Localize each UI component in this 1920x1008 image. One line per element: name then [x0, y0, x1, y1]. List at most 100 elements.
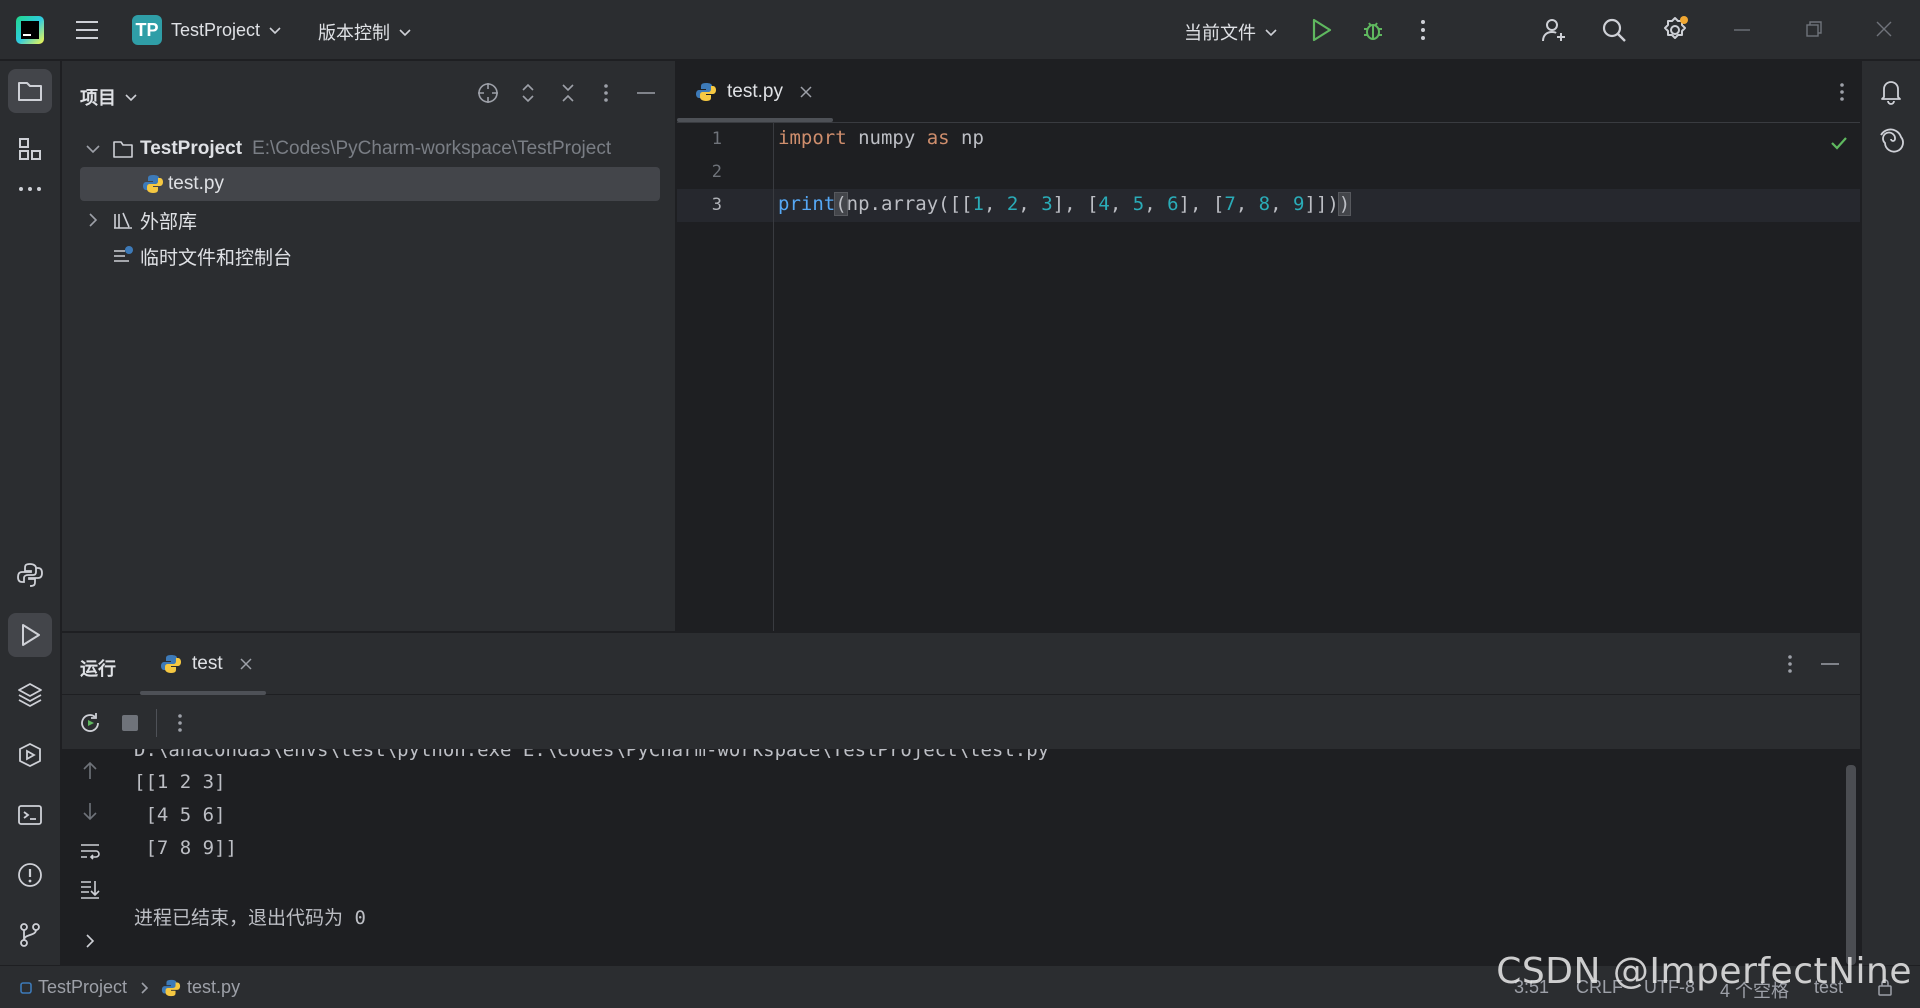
project-tool-button[interactable] — [8, 69, 52, 113]
project-panel-title[interactable]: 项目 — [80, 84, 138, 110]
debug-button[interactable] — [1360, 17, 1386, 43]
run-tool-button[interactable] — [8, 613, 52, 657]
close-tab-icon[interactable] — [239, 657, 253, 671]
terminal-icon — [18, 805, 42, 825]
expand-all-icon[interactable] — [516, 81, 540, 105]
code-text: , — [1144, 193, 1168, 215]
tree-item-label: TestProject — [140, 138, 243, 159]
library-icon — [114, 212, 132, 229]
structure-tool-button[interactable] — [8, 127, 52, 171]
more-tools-button[interactable] — [8, 167, 52, 211]
number-literal: 2 — [1006, 193, 1019, 215]
warning-circle-icon — [18, 863, 42, 887]
tree-item-label: test.py — [168, 173, 224, 194]
tree-item-scratches[interactable]: 临时文件和控制台 — [80, 239, 660, 273]
git-branch-icon — [20, 923, 40, 947]
keyword-as: as — [926, 127, 950, 149]
close-window-icon[interactable] — [1876, 21, 1892, 37]
restore-window-icon[interactable] — [1806, 21, 1822, 37]
number-literal: 4 — [1098, 193, 1110, 215]
python-console-button[interactable] — [8, 553, 52, 597]
console-line: [[1 2 3] — [134, 771, 226, 793]
folder-icon — [18, 82, 42, 101]
main-menu-icon[interactable] — [74, 17, 100, 43]
number-literal: 9 — [1293, 193, 1305, 215]
arrow-up-icon[interactable] — [78, 759, 102, 783]
vcs-menu[interactable]: 版本控制 — [318, 19, 412, 45]
breadcrumb-file[interactable]: test.py — [187, 977, 240, 998]
locate-icon[interactable] — [476, 81, 500, 105]
tree-item-external-libraries[interactable]: 外部库 — [80, 203, 660, 237]
tree-item-path: E:\Codes\PyCharm-workspace\TestProject — [252, 138, 612, 159]
run-panel-header: 运行 test — [62, 633, 1860, 695]
arrow-down-icon[interactable] — [78, 799, 102, 823]
more-vertical-icon[interactable] — [1830, 80, 1854, 104]
collapse-all-icon[interactable] — [556, 81, 580, 105]
git-button[interactable] — [8, 913, 52, 957]
number-literal: 8 — [1258, 193, 1271, 215]
bell-icon — [1881, 81, 1901, 105]
chevron-down-icon — [125, 94, 137, 102]
rerun-icon[interactable] — [78, 711, 102, 735]
notifications-button[interactable] — [1869, 69, 1913, 113]
run-config-selector[interactable]: 当前文件 — [1184, 19, 1278, 45]
project-panel: 项目 TestProject E:\Codes\PyCharm-workspac… — [62, 61, 676, 631]
soft-wrap-icon[interactable] — [78, 839, 102, 863]
run-button[interactable] — [1308, 17, 1334, 43]
run-tab-test[interactable]: test — [160, 633, 253, 695]
services-button[interactable] — [8, 733, 52, 777]
no-problems-check-icon[interactable] — [1829, 133, 1849, 153]
project-switcher[interactable]: TP TestProject — [132, 15, 282, 45]
play-icon — [1312, 18, 1332, 42]
hide-panel-icon[interactable] — [634, 81, 658, 105]
ai-assistant-button[interactable] — [1869, 117, 1913, 161]
more-vertical-icon[interactable] — [1778, 652, 1802, 676]
tree-item-test-py[interactable]: test.py — [80, 167, 660, 201]
code-text: , — [1235, 193, 1259, 215]
python-icon — [17, 563, 43, 587]
problems-button[interactable] — [8, 853, 52, 897]
breadcrumb: TestProject test.py — [20, 977, 240, 998]
add-user-icon[interactable] — [1540, 16, 1568, 44]
settings-gear-icon[interactable] — [1660, 15, 1690, 45]
run-panel: 运行 test D:\anaconda3\envs\test\python.ex… — [62, 632, 1860, 966]
chevron-down-icon — [86, 145, 100, 154]
python-packages-button[interactable] — [8, 673, 52, 717]
code-line-3[interactable]: print(np.array([[1, 2, 3], [4, 5, 6], [7… — [778, 192, 1352, 216]
pycharm-logo-icon[interactable] — [14, 14, 46, 46]
more-vertical-icon[interactable] — [594, 81, 618, 105]
run-tab-label: test — [192, 653, 223, 674]
vcs-menu-label: 版本控制 — [318, 23, 390, 43]
terminal-button[interactable] — [8, 793, 52, 837]
python-file-icon — [143, 175, 163, 193]
watermark: CSDN @ImperfectNine — [1496, 951, 1912, 992]
code-text: , — [1270, 193, 1293, 215]
line-number: 3 — [711, 195, 722, 215]
scroll-to-end-icon[interactable] — [78, 877, 102, 901]
number-literal: 1 — [972, 193, 984, 215]
more-actions-icon[interactable] — [1410, 17, 1436, 43]
console-scrollbar[interactable] — [1846, 765, 1856, 965]
chevron-right-icon[interactable] — [78, 929, 102, 953]
console-output[interactable]: D:\anaconda3\envs\test\python.exe E:\Cod… — [118, 749, 1860, 966]
code-text: np.array([[ — [846, 193, 973, 215]
more-vertical-icon[interactable] — [168, 711, 192, 735]
stop-icon[interactable] — [120, 713, 140, 733]
run-toolbar — [62, 695, 1860, 749]
active-tab-indicator — [677, 118, 833, 122]
chevron-right-icon — [141, 981, 149, 994]
breadcrumb-project[interactable]: TestProject — [38, 977, 127, 998]
console-line: [7 8 9]] — [134, 837, 237, 859]
search-icon[interactable] — [1600, 16, 1628, 44]
module-icon — [20, 981, 32, 994]
close-tab-icon[interactable] — [799, 85, 813, 99]
minimize-window-icon[interactable] — [1734, 29, 1750, 31]
code-text: , — [1018, 193, 1042, 215]
code-line-1[interactable]: import numpy as np — [778, 127, 984, 149]
tree-item-root[interactable]: TestProject E:\Codes\PyCharm-workspace\T… — [80, 132, 660, 166]
hide-panel-icon[interactable] — [1818, 652, 1842, 676]
play-icon — [22, 624, 40, 646]
layers-icon — [18, 683, 42, 707]
matched-paren: ) — [1337, 192, 1352, 216]
tab-test-py[interactable]: test.py — [695, 61, 813, 123]
